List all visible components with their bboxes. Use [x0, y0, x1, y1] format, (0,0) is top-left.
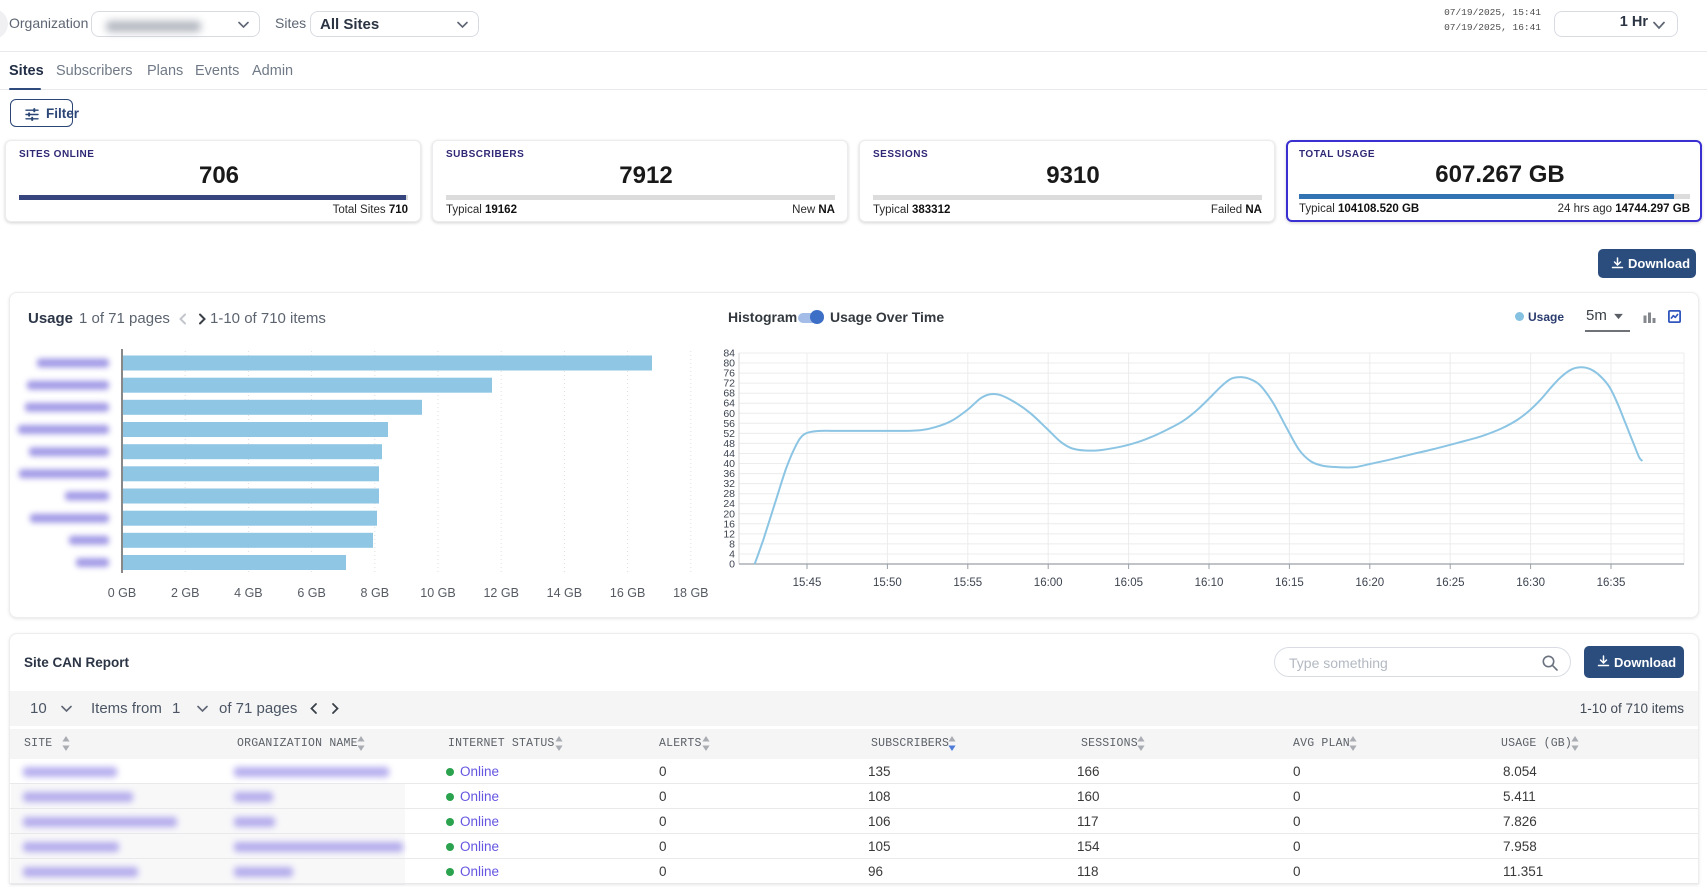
svg-text:16:15: 16:15: [1275, 577, 1304, 589]
svg-text:16:00: 16:00: [1034, 577, 1063, 589]
svg-text:16:30: 16:30: [1516, 577, 1545, 589]
svg-text:16 GB: 16 GB: [610, 586, 645, 600]
svg-text:15:55: 15:55: [953, 577, 982, 589]
svg-text:16:20: 16:20: [1355, 577, 1384, 589]
svg-text:15:45: 15:45: [793, 577, 822, 589]
svg-text:8 GB: 8 GB: [361, 586, 390, 600]
svg-text:4 GB: 4 GB: [234, 586, 263, 600]
svg-text:15:50: 15:50: [873, 577, 902, 589]
svg-text:10 GB: 10 GB: [420, 586, 455, 600]
svg-text:2 GB: 2 GB: [171, 586, 200, 600]
svg-text:16:25: 16:25: [1436, 577, 1465, 589]
svg-text:16:35: 16:35: [1597, 577, 1626, 589]
svg-text:16:10: 16:10: [1195, 577, 1224, 589]
svg-text:12 GB: 12 GB: [483, 586, 518, 600]
svg-text:0 GB: 0 GB: [108, 586, 137, 600]
svg-text:16:05: 16:05: [1114, 577, 1143, 589]
svg-text:18 GB: 18 GB: [673, 586, 708, 600]
svg-text:6 GB: 6 GB: [297, 586, 326, 600]
svg-text:84: 84: [723, 348, 735, 360]
svg-text:14 GB: 14 GB: [547, 586, 582, 600]
